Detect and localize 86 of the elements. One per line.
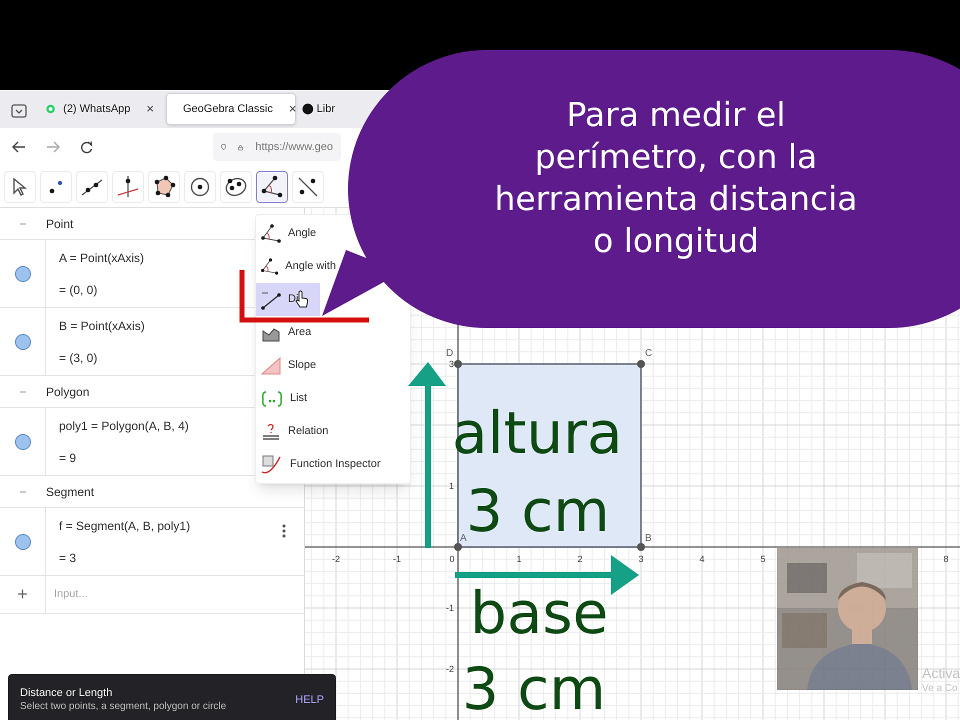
angle-icon xyxy=(260,224,282,244)
callout-text: herramienta distancia xyxy=(494,178,858,220)
more-options-icon[interactable] xyxy=(282,524,286,538)
point[interactable] xyxy=(637,360,645,368)
circle-icon xyxy=(189,176,211,198)
activation-hint: Ve a Co xyxy=(922,682,959,695)
point-label: D xyxy=(446,348,454,359)
pointer-icon xyxy=(11,176,29,196)
distance-icon xyxy=(260,290,282,310)
point-label: B xyxy=(645,533,652,544)
axis-tick-label: 8 xyxy=(944,554,948,564)
point-label: C xyxy=(645,348,652,359)
address-field[interactable]: https://www.geo xyxy=(213,133,341,161)
group-header: Polygon xyxy=(46,384,90,400)
browser-tab[interactable]: Libr xyxy=(300,93,340,125)
close-icon[interactable]: × xyxy=(288,99,296,119)
callout-text: o longitud xyxy=(593,220,759,262)
point-label: A xyxy=(460,533,467,544)
url-text: https://www.geo xyxy=(255,140,333,155)
object-definition[interactable]: B = Point(xAxis) xyxy=(59,316,145,334)
visibility-toggle[interactable] xyxy=(14,334,30,350)
axis-tick-label: 1 xyxy=(516,554,522,564)
point[interactable] xyxy=(637,543,645,551)
menu-item[interactable]: Relation xyxy=(256,415,410,448)
back-icon[interactable] xyxy=(12,141,26,153)
tab-title: Libr xyxy=(316,102,335,117)
object-value: = 9 xyxy=(59,450,76,466)
base-annotation: 3 cm xyxy=(462,654,606,720)
axis-tick-label: 1 xyxy=(448,481,454,491)
object-value: = 3 xyxy=(59,550,76,566)
base-annotation: base xyxy=(469,578,608,649)
menu-item[interactable]: Angle with xyxy=(256,250,340,283)
visibility-toggle[interactable] xyxy=(14,266,30,282)
polygon-icon xyxy=(152,174,176,198)
axis-tick-label: -1 xyxy=(446,603,454,613)
relation-icon xyxy=(260,422,282,442)
object-value: = (0, 0) xyxy=(59,282,98,298)
slope-icon xyxy=(260,356,282,376)
perpendicular-lines-icon xyxy=(116,174,140,198)
menu-item[interactable]: Slope xyxy=(256,349,410,382)
input-field[interactable]: Input... xyxy=(46,576,304,613)
browser-tab[interactable]: (2) WhatsApp × xyxy=(38,93,162,125)
chat-icon xyxy=(46,103,56,115)
help-link[interactable]: HELP xyxy=(295,692,324,708)
axis-tick-label: 3 xyxy=(638,554,644,564)
tool-button[interactable] xyxy=(256,170,288,202)
callout-text: Para medir el xyxy=(566,94,786,136)
callout-text: perímetro, con la xyxy=(534,136,818,178)
close-icon[interactable]: × xyxy=(146,99,154,119)
height-annotation: 3 cm xyxy=(466,481,610,541)
axis-tick-label: -2 xyxy=(332,554,340,564)
activation-notice: Activa xyxy=(922,665,960,682)
reflection-icon xyxy=(296,174,320,198)
list-icon xyxy=(260,388,284,408)
menu-item[interactable]: Angle xyxy=(256,217,340,250)
tooltip-title: Distance or Length xyxy=(20,686,114,701)
axis-tick-label: 2 xyxy=(578,554,582,564)
axis-tick-label: 4 xyxy=(700,554,704,564)
tab-title: (2) WhatsApp xyxy=(63,102,130,117)
tab-list-icon[interactable] xyxy=(11,104,27,118)
group-header: Segment xyxy=(46,484,94,500)
axis-tick-label: 5 xyxy=(760,554,766,564)
visibility-toggle[interactable] xyxy=(14,534,30,550)
angle-icon xyxy=(260,174,284,198)
axis-tick-label: -1 xyxy=(393,554,401,564)
tab-title: GeoGebra Classic xyxy=(183,102,273,117)
object-definition[interactable]: poly1 = Polygon(A, B, 4) xyxy=(59,416,189,434)
menu-item[interactable]: Area xyxy=(256,316,410,349)
point[interactable] xyxy=(454,360,462,368)
reload-icon[interactable] xyxy=(80,140,93,154)
axis-tick-label: 3 xyxy=(448,359,454,369)
angle-icon xyxy=(260,256,280,276)
ellipse-icon xyxy=(224,176,248,198)
circle-icon xyxy=(302,103,314,115)
object-definition[interactable]: A = Point(xAxis) xyxy=(59,248,144,266)
axis-tick-label: -2 xyxy=(446,664,454,674)
tooltip-description: Select two points, a segment, polygon or circle xyxy=(20,700,228,714)
axis-tick-label: 0 xyxy=(450,554,454,564)
object-definition[interactable]: f = Segment(A, B, poly1) xyxy=(59,516,190,534)
browser-tab[interactable]: GeoGebra Classic × xyxy=(166,93,296,125)
object-value: = (3, 0) xyxy=(59,350,98,366)
point[interactable] xyxy=(454,543,462,551)
menu-item[interactable]: Function Inspector xyxy=(256,448,410,481)
visibility-toggle[interactable] xyxy=(14,434,30,450)
group-header: Point xyxy=(46,216,74,232)
menu-item[interactable]: List xyxy=(256,382,410,415)
